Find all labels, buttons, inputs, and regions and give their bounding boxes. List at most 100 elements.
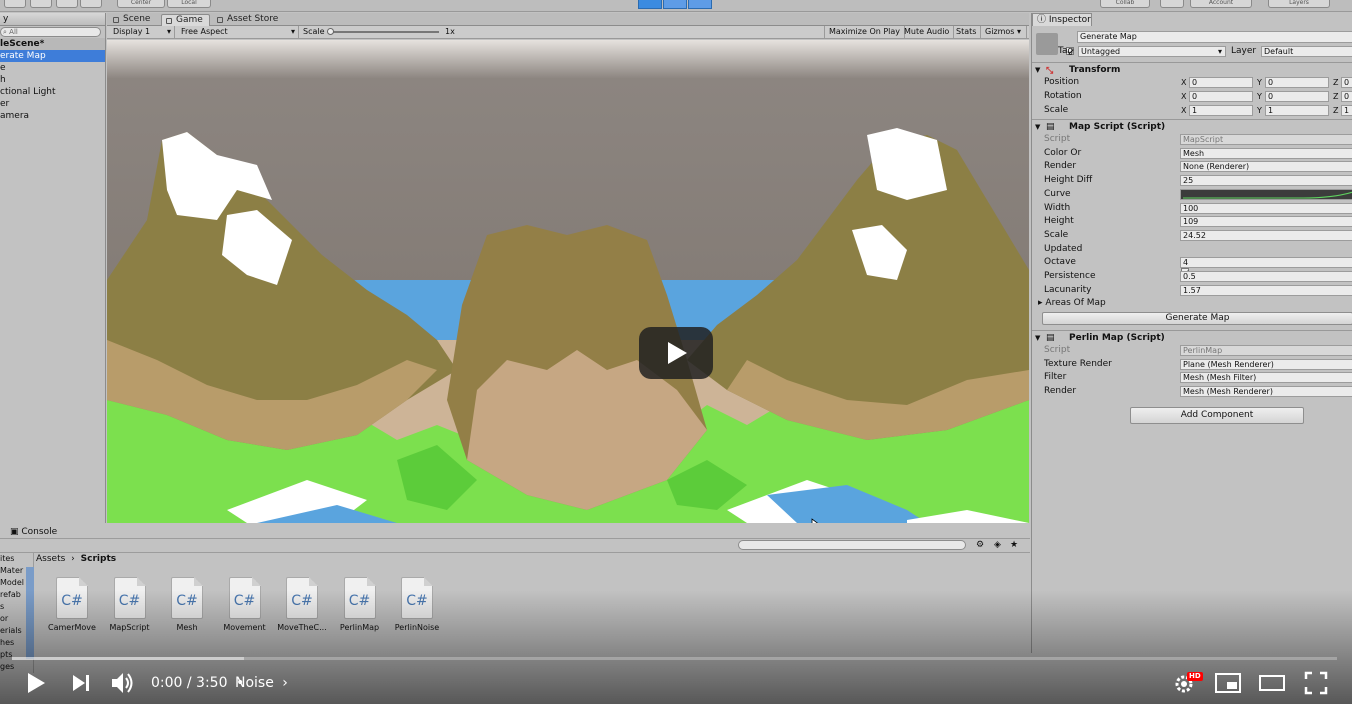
tab-scene[interactable]: Scene — [109, 14, 156, 26]
large-play-button[interactable] — [639, 327, 713, 379]
map-field[interactable]: 109 — [1180, 216, 1352, 228]
console-label: Console — [21, 527, 58, 537]
next-icon[interactable] — [70, 672, 92, 694]
layer-dropdown[interactable]: Default — [1261, 46, 1352, 57]
pause-button[interactable] — [663, 0, 687, 9]
store-icon — [217, 17, 223, 23]
hierarchy-item-directional-light[interactable]: ctional Light — [0, 86, 105, 98]
transform-z-field[interactable]: 0 — [1341, 91, 1352, 102]
perlin-field[interactable]: Mesh (Mesh Filter) — [1180, 372, 1352, 384]
progress-bar[interactable] — [12, 657, 1337, 660]
transform-z-field[interactable]: 1 — [1341, 105, 1352, 116]
scale-thumb[interactable] — [327, 28, 334, 35]
hierarchy-item-generate-map[interactable]: erate Map — [0, 50, 105, 62]
center-toggle[interactable]: Center — [117, 0, 165, 8]
scale-tool-button[interactable] — [80, 0, 102, 8]
label-icon[interactable]: ◈ — [994, 540, 1001, 550]
hierarchy-panel: y ⌕ All leScene* erate Map e h ctional L… — [0, 13, 106, 523]
chevron-down-icon: ▾ — [1217, 47, 1222, 56]
chapter-label: Noise — [235, 675, 274, 691]
map-field[interactable]: 24.52 — [1180, 229, 1352, 241]
video-frame[interactable]: Center Local Collab Account Layers y ⌕ A… — [0, 0, 1352, 704]
transform-z-field[interactable]: 0 — [1341, 77, 1352, 88]
maximize-toggle[interactable]: Maximize On Play — [824, 26, 906, 38]
map-field[interactable]: None (Renderer) — [1180, 161, 1352, 173]
object-name-field[interactable]: Generate Map — [1077, 31, 1352, 43]
scale-slider[interactable]: Scale 1x — [299, 26, 459, 38]
axis-y-label: Y — [1257, 106, 1262, 115]
tag-dropdown[interactable]: Untagged ▾ — [1078, 46, 1226, 57]
hierarchy-item-player[interactable]: er — [0, 98, 105, 110]
tab-inspector[interactable]: ⓘ Inspector — [1032, 13, 1092, 26]
map-field[interactable]: 1.57 — [1180, 284, 1352, 296]
transform-y-field[interactable]: 0 — [1265, 91, 1329, 102]
map-field[interactable]: 25 — [1180, 175, 1352, 187]
map-row-label: Width — [1044, 202, 1071, 213]
axis-z-label: Z — [1333, 92, 1339, 101]
breadcrumb-scripts[interactable]: Scripts — [81, 554, 116, 564]
add-component-button[interactable]: Add Component — [1130, 407, 1304, 424]
map-field[interactable]: 100 — [1180, 202, 1352, 214]
axis-z-label: Z — [1333, 78, 1339, 87]
account-button[interactable]: Account — [1190, 0, 1252, 8]
breadcrumb-assets[interactable]: Assets — [36, 554, 65, 564]
map-row-label: Height Diff — [1044, 175, 1093, 186]
hierarchy-tab[interactable]: y — [0, 13, 105, 26]
perlin-map-header[interactable]: ▼ ▤ Perlin Map (Script) — [1032, 330, 1352, 344]
layers-button[interactable]: Layers — [1268, 0, 1330, 8]
project-search-input[interactable] — [738, 540, 966, 550]
tab-console[interactable]: ▣ Console — [10, 525, 57, 539]
gizmos-dropdown[interactable]: Gizmos ▾ — [981, 26, 1027, 38]
axis-x-label: X — [1181, 78, 1187, 87]
hierarchy-item-label: er — [0, 99, 10, 109]
star-icon[interactable]: ★ — [1010, 540, 1018, 550]
map-field[interactable]: Mesh — [1180, 147, 1352, 159]
areas-of-map-foldout[interactable]: ▸ Areas Of Map — [1038, 297, 1106, 310]
transform-y-field[interactable]: 0 — [1265, 77, 1329, 88]
step-button[interactable] — [688, 0, 712, 9]
tab-game[interactable]: Game — [161, 14, 210, 26]
transform-x-field[interactable]: 1 — [1189, 105, 1253, 116]
curve-field[interactable] — [1180, 188, 1352, 200]
miniplayer-icon[interactable] — [1214, 671, 1242, 695]
cloud-button[interactable] — [1160, 0, 1184, 8]
transform-y-field[interactable]: 1 — [1265, 105, 1329, 116]
hierarchy-item-camera[interactable]: amera — [0, 110, 105, 122]
rotate-tool-button[interactable] — [56, 0, 78, 8]
chevron-right-icon: › — [282, 675, 288, 691]
hierarchy-item-mesh[interactable]: h — [0, 74, 105, 86]
map-field[interactable]: MapScript — [1180, 134, 1352, 145]
map-field[interactable]: 0.5 — [1180, 271, 1352, 282]
perlin-field[interactable]: PerlinMap — [1180, 345, 1352, 356]
mute-toggle[interactable]: Mute Audio — [900, 26, 955, 38]
generate-map-button[interactable]: Generate Map — [1042, 312, 1352, 325]
hierarchy-search-input[interactable]: ⌕ All — [0, 27, 101, 37]
local-toggle[interactable]: Local — [167, 0, 211, 8]
hierarchy-item-plane[interactable]: e — [0, 62, 105, 74]
hand-tool-button[interactable] — [4, 0, 26, 8]
map-field[interactable]: 4 — [1180, 257, 1352, 269]
transform-x-field[interactable]: 0 — [1189, 91, 1253, 102]
display-dropdown[interactable]: Display 1 ▾ — [109, 26, 175, 38]
transform-header[interactable]: ▼ ⤡ Transform — [1032, 62, 1352, 76]
script-icon: ▤ — [1046, 122, 1055, 132]
play-icon[interactable] — [24, 670, 48, 696]
theater-mode-icon[interactable] — [1258, 671, 1286, 695]
transform-x-field[interactable]: 0 — [1189, 77, 1253, 88]
fullscreen-icon[interactable] — [1304, 671, 1328, 695]
tab-asset-store[interactable]: Asset Store — [213, 14, 284, 26]
folder-item[interactable]: ites — [0, 553, 33, 565]
scene-row[interactable]: leScene* — [0, 38, 105, 50]
filter-icon[interactable]: ⚙ — [976, 540, 984, 550]
map-script-header[interactable]: ▼ ▤ Map Script (Script) — [1032, 119, 1352, 133]
aspect-dropdown[interactable]: Free Aspect ▾ — [177, 26, 299, 38]
chapter-button[interactable]: Noise › — [235, 674, 288, 692]
collab-button[interactable]: Collab — [1100, 0, 1150, 8]
play-button[interactable] — [638, 0, 662, 9]
volume-icon[interactable] — [110, 670, 136, 696]
stats-toggle[interactable]: Stats — [952, 26, 982, 38]
perlin-field[interactable]: Mesh (Mesh Renderer) — [1180, 386, 1352, 398]
move-tool-button[interactable] — [30, 0, 52, 8]
game-viewport[interactable] — [107, 40, 1029, 523]
perlin-field[interactable]: Plane (Mesh Renderer) — [1180, 358, 1352, 370]
